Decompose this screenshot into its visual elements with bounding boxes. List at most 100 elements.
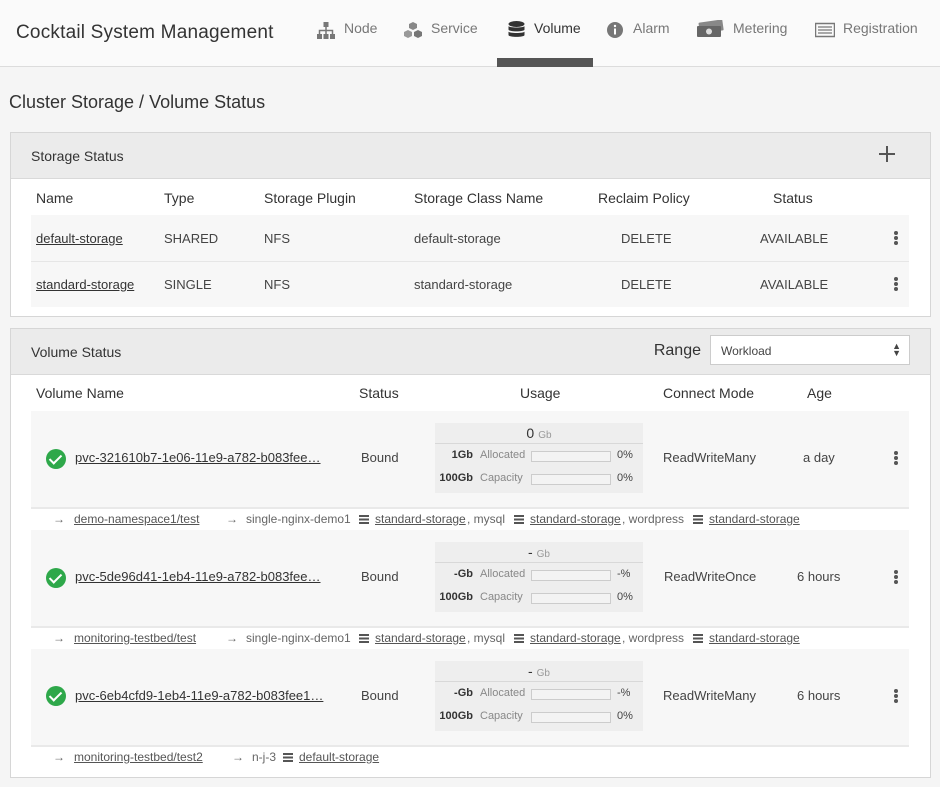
storage-status-header: Storage Status: [11, 133, 930, 179]
usage-used: 0: [526, 425, 535, 441]
connect-mode: ReadWriteMany: [663, 688, 756, 703]
connect-mode: ReadWriteOnce: [664, 569, 757, 584]
volume-status-title: Volume Status: [31, 344, 122, 360]
workload-separator: , wordpress: [622, 512, 685, 526]
allocated-label: Allocated: [480, 687, 526, 699]
nav-metering[interactable]: Metering: [695, 0, 787, 67]
capacity-bar: [531, 474, 611, 485]
volume-status: Bound: [361, 688, 399, 703]
workload-separator: , wordpress: [622, 631, 685, 645]
col-reclaim: Reclaim Policy: [598, 190, 690, 206]
connect-mode: ReadWriteMany: [663, 450, 756, 465]
namespace-link[interactable]: monitoring-testbed/test: [74, 631, 196, 645]
storage-plugin: NFS: [264, 277, 290, 292]
capacity-value: 100Gb: [439, 472, 473, 484]
more-menu-icon[interactable]: [894, 689, 898, 703]
more-menu-icon[interactable]: [894, 451, 898, 465]
usage-box: - Gb -Gb Allocated -% 100Gb Capacity 0%: [435, 661, 643, 731]
nav-node[interactable]: Node: [316, 0, 377, 67]
storage-status: AVAILABLE: [760, 277, 829, 292]
capacity-bar: [531, 593, 611, 604]
storage-icon: [359, 631, 375, 645]
storage-name-link[interactable]: default-storage: [36, 231, 123, 246]
usage-used: -: [527, 544, 533, 560]
volume-status: Bound: [361, 569, 399, 584]
nav-alarm[interactable]: Alarm: [605, 0, 670, 67]
nav-metering-label: Metering: [733, 20, 788, 36]
storage-icon: [514, 512, 530, 526]
storage-icon: [283, 750, 299, 764]
storage-icon: [514, 631, 530, 645]
volume-age: a day: [803, 450, 835, 465]
nav-volume[interactable]: Volume: [497, 0, 593, 67]
nav-service[interactable]: Service: [403, 0, 478, 67]
volume-name-link[interactable]: pvc-5de96d41-1eb4-11e9-a782-b083fee…: [75, 569, 321, 584]
namespace-link[interactable]: demo-namespace1/test: [74, 512, 199, 526]
capacity-label: Capacity: [480, 472, 523, 484]
allocated-label: Allocated: [480, 449, 526, 461]
more-menu-icon[interactable]: [894, 570, 898, 584]
capacity-value: 100Gb: [439, 591, 473, 603]
volume-status-header: Volume Status Range Workload ▲ ▼: [11, 329, 930, 375]
allocated-pct: -%: [617, 687, 631, 699]
col-age: Age: [807, 385, 832, 401]
volume-row: pvc-321610b7-1e06-11e9-a782-b083fee… Bou…: [31, 411, 909, 507]
storage-status: AVAILABLE: [760, 231, 829, 246]
allocated-value: -Gb: [454, 568, 473, 580]
capacity-label: Capacity: [480, 710, 523, 722]
namespace-link[interactable]: monitoring-testbed/test2: [74, 750, 203, 764]
workload-name: single-nginx-demo1: [246, 512, 351, 526]
allocated-pct: 0%: [617, 449, 633, 461]
usage-used: -: [527, 663, 533, 679]
col-type: Type: [164, 190, 195, 206]
more-menu-icon[interactable]: [894, 277, 898, 291]
arrow-right-icon: →: [226, 631, 238, 645]
nav-node-label: Node: [344, 20, 378, 36]
money-icon: [695, 20, 725, 40]
storage-name-link[interactable]: standard-storage: [36, 277, 134, 292]
capacity-pct: 0%: [617, 591, 633, 603]
storage-link[interactable]: standard-storage: [375, 512, 466, 526]
storage-status-panel: Storage Status Name Type Storage Plugin …: [10, 132, 931, 317]
volume-name-link[interactable]: pvc-6eb4cfd9-1eb4-11e9-a782-b083fee1…: [75, 688, 323, 703]
arrow-right-icon: →: [53, 512, 65, 526]
workload-name: n-j-3: [252, 750, 277, 764]
storage-link[interactable]: standard-storage: [375, 631, 466, 645]
range-select-value: Workload: [721, 344, 772, 358]
usage-box: 0 Gb 1Gb Allocated 0% 100Gb Capacity 0%: [435, 423, 643, 493]
check-circle-icon: [46, 686, 66, 706]
page-title: Cluster Storage / Volume Status: [9, 92, 266, 112]
usage-unit: Gb: [536, 668, 550, 679]
volume-name-link[interactable]: pvc-321610b7-1e06-11e9-a782-b083fee…: [75, 450, 321, 465]
more-menu-icon[interactable]: [894, 231, 898, 245]
volume-status-panel: Volume Status Range Workload ▲ ▼ Volume N…: [10, 328, 931, 778]
storage-plugin: NFS: [264, 231, 290, 246]
col-volume-status: Status: [359, 385, 399, 401]
storage-link[interactable]: standard-storage: [530, 512, 621, 526]
allocated-bar: [531, 689, 611, 700]
storage-link[interactable]: standard-storage: [709, 631, 800, 645]
storage-link[interactable]: default-storage: [299, 750, 379, 764]
storage-icon: [693, 631, 709, 645]
range-select[interactable]: Workload ▲ ▼: [710, 335, 910, 365]
volume-row: pvc-6eb4cfd9-1eb4-11e9-a782-b083fee1… Bo…: [31, 649, 909, 745]
storage-link[interactable]: standard-storage: [530, 631, 621, 645]
nav-registration[interactable]: Registration: [815, 0, 918, 67]
volume-age: 6 hours: [797, 569, 841, 584]
check-circle-icon: [46, 568, 66, 588]
volume-mount-info: → monitoring-testbed/test2 → n-j-3 defau…: [31, 745, 909, 768]
database-icon: [506, 20, 526, 40]
storage-link[interactable]: standard-storage: [709, 512, 800, 526]
storage-type: SHARED: [164, 231, 219, 246]
allocated-bar: [531, 570, 611, 581]
volume-mount-info: → demo-namespace1/test → single-nginx-de…: [31, 507, 909, 530]
add-storage-icon[interactable]: [878, 145, 896, 163]
col-connect-mode: Connect Mode: [663, 385, 755, 401]
nav-registration-label: Registration: [843, 20, 918, 36]
storage-type: SINGLE: [164, 277, 212, 292]
nav-service-label: Service: [431, 20, 478, 36]
volume-row: pvc-5de96d41-1eb4-11e9-a782-b083fee… Bou…: [31, 530, 909, 626]
nav-volume-label: Volume: [534, 20, 581, 36]
select-caret-icon: ▲ ▼: [892, 341, 901, 358]
col-plugin: Storage Plugin: [264, 190, 356, 206]
